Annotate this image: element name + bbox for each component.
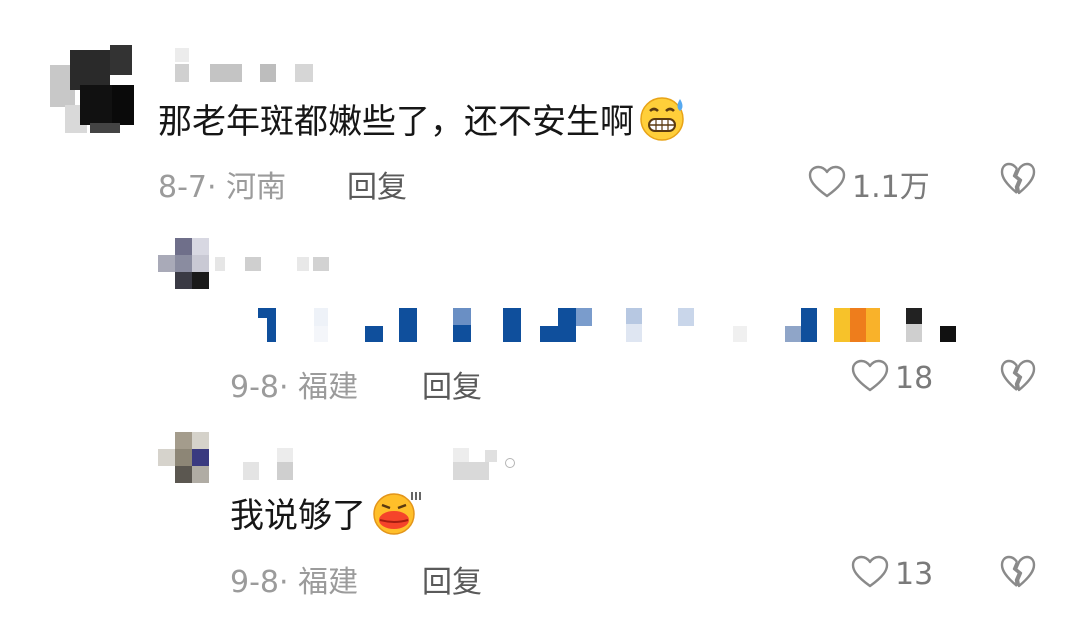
comment-location: 福建 xyxy=(298,565,359,600)
comment-date: 8-7 xyxy=(158,170,207,205)
username[interactable] xyxy=(215,448,535,482)
like-button[interactable]: 13 xyxy=(851,555,933,593)
reply-button[interactable]: 回复 xyxy=(422,362,482,406)
dislike-button[interactable] xyxy=(1000,162,1036,200)
dislike-button[interactable] xyxy=(1000,555,1036,593)
like-count: 13 xyxy=(895,556,934,592)
like-count: 1.1万 xyxy=(852,170,930,205)
comment-text-body: 我说够了 xyxy=(230,495,366,536)
comment-meta: 9-8· 福建 xyxy=(230,557,358,601)
broken-heart-icon xyxy=(1000,162,1036,200)
comment-date: 9-8 xyxy=(230,370,279,405)
angry-lips-emoji xyxy=(370,489,422,535)
heart-outline-icon xyxy=(851,359,889,397)
reply-button[interactable]: 回复 xyxy=(422,557,482,601)
comment-meta: 9-8· 福建 xyxy=(230,362,358,406)
comment-date: 9-8 xyxy=(230,565,279,600)
heart-outline-icon xyxy=(808,165,846,203)
broken-heart-icon xyxy=(1000,555,1036,593)
comment-text-mosaic xyxy=(258,306,958,344)
comment-location: 河南 xyxy=(226,170,287,205)
meta-separator: · xyxy=(207,170,217,205)
avatar[interactable] xyxy=(158,238,210,290)
comment-text-body: 那老年斑都嫩些了，还不安生啊 xyxy=(158,101,634,142)
username[interactable] xyxy=(170,48,320,86)
like-count: 18 xyxy=(895,360,934,396)
avatar[interactable] xyxy=(50,45,135,133)
dislike-button[interactable] xyxy=(1000,359,1036,397)
comment-meta: 8-7· 河南 xyxy=(158,162,286,206)
comment-location: 福建 xyxy=(298,370,359,405)
username[interactable] xyxy=(215,255,335,275)
heart-outline-icon xyxy=(851,555,889,593)
like-button[interactable]: 1.1万 xyxy=(808,162,930,206)
comment-text: 我说够了 xyxy=(230,489,422,536)
grimace-sweat-emoji xyxy=(638,95,688,141)
meta-separator: · xyxy=(279,370,289,405)
reply-button[interactable]: 回复 xyxy=(347,162,407,206)
like-button[interactable]: 18 xyxy=(851,359,933,397)
comment-text: 那老年斑都嫩些了，还不安生啊 xyxy=(158,95,688,142)
avatar[interactable] xyxy=(158,432,210,484)
broken-heart-icon xyxy=(1000,359,1036,397)
meta-separator: · xyxy=(279,565,289,600)
